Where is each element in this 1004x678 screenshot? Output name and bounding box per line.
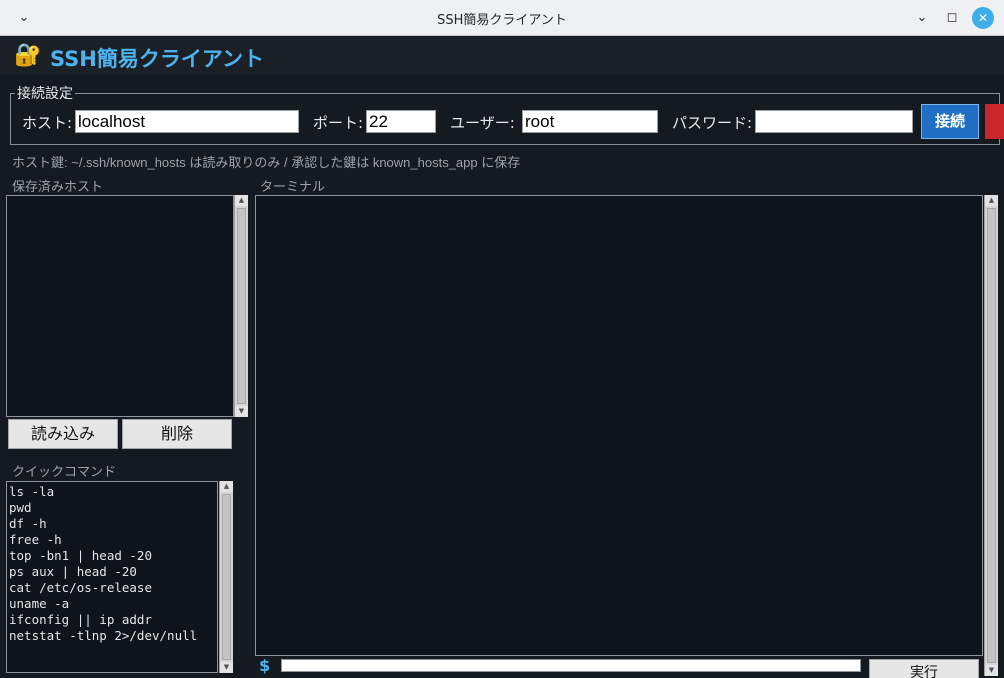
list-item[interactable]: top -bn1 | head -20 <box>9 548 217 564</box>
saved-hosts-scrollbar[interactable]: ▲ ▼ <box>234 195 248 417</box>
user-input[interactable]: root <box>522 110 658 133</box>
scroll-down-icon[interactable]: ▼ <box>220 662 233 673</box>
scroll-down-icon[interactable]: ▼ <box>985 665 998 676</box>
list-item[interactable]: netstat -tlnp 2>/dev/null <box>9 628 217 644</box>
app-title: SSH簡易クライアント <box>50 47 265 71</box>
port-input[interactable]: 22 <box>366 110 436 133</box>
scroll-up-icon[interactable]: ▲ <box>220 481 233 492</box>
terminal-output[interactable] <box>255 195 983 656</box>
window-title: SSH簡易クライアント <box>437 13 567 28</box>
terminal-label: ターミナル <box>260 180 326 195</box>
maximize-icon[interactable]: ◻ <box>940 6 964 30</box>
lock-icon: 🔐 <box>14 43 42 68</box>
load-button[interactable]: 読み込み <box>8 419 118 449</box>
host-label: ホスト: <box>22 114 73 132</box>
connection-group-label: 接続設定 <box>17 86 73 102</box>
quick-commands-list[interactable]: ls -la pwd df -h free -h top -bn1 | head… <box>6 481 218 673</box>
scroll-thumb[interactable] <box>987 208 996 663</box>
scroll-up-icon[interactable]: ▲ <box>235 195 248 206</box>
connect-button[interactable]: 接続 <box>921 104 979 139</box>
window-titlebar: ⌄ SSH簡易クライアント ⌄ ◻ ✕ <box>0 0 1004 36</box>
close-icon[interactable]: ✕ <box>972 7 994 29</box>
list-item[interactable]: free -h <box>9 532 217 548</box>
list-item[interactable]: uname -a <box>9 596 217 612</box>
quick-commands-scrollbar[interactable]: ▲ ▼ <box>219 481 233 673</box>
password-input[interactable] <box>755 110 913 133</box>
scroll-up-icon[interactable]: ▲ <box>985 195 998 206</box>
saved-hosts-list[interactable] <box>6 195 234 417</box>
scroll-thumb[interactable] <box>237 208 246 404</box>
app-header: 🔐 SSH簡易クライアント <box>0 37 1004 75</box>
list-item[interactable]: df -h <box>9 516 217 532</box>
list-item[interactable]: ls -la <box>9 484 217 500</box>
delete-button[interactable]: 削除 <box>122 419 232 449</box>
run-button[interactable]: 実行 <box>869 659 979 678</box>
host-key-note: ホスト鍵: ~/.ssh/known_hosts は読み取りのみ / 承認した鍵… <box>12 155 521 170</box>
scroll-down-icon[interactable]: ▼ <box>235 406 248 417</box>
host-input[interactable]: localhost <box>75 110 299 133</box>
minimize-icon[interactable]: ⌄ <box>910 6 934 30</box>
port-label: ポート: <box>313 114 364 132</box>
terminal-scrollbar[interactable]: ▲ ▼ <box>984 195 998 676</box>
prompt-symbol: $ <box>259 656 271 675</box>
list-item[interactable]: pwd <box>9 500 217 516</box>
saved-hosts-label: 保存済みホスト <box>12 180 104 195</box>
user-label: ユーザー: <box>450 114 515 132</box>
command-input[interactable] <box>281 659 861 672</box>
disconnect-button[interactable] <box>985 104 1004 139</box>
quick-commands-label: クイックコマンド <box>12 465 117 480</box>
list-item[interactable]: ps aux | head -20 <box>9 564 217 580</box>
list-item[interactable]: cat /etc/os-release <box>9 580 217 596</box>
list-item[interactable]: ifconfig || ip addr <box>9 612 217 628</box>
password-label: パスワード: <box>672 114 753 132</box>
scroll-thumb[interactable] <box>222 494 231 660</box>
